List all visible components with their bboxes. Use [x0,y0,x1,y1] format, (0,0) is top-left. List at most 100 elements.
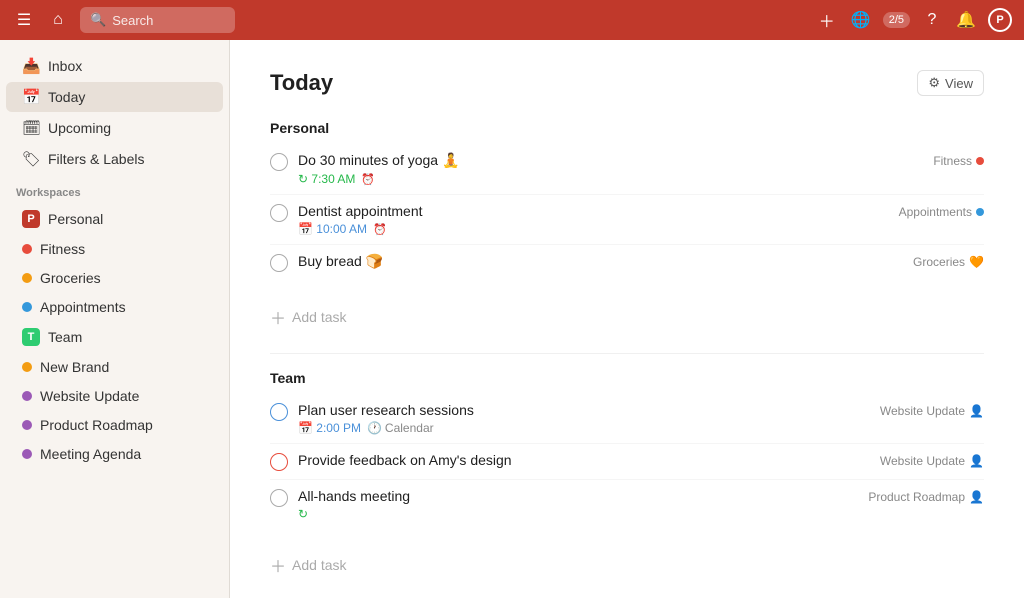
task-time-yoga: ↻ 7:30 AM [298,172,355,186]
team-add-task-button[interactable]: ＋ Add task [270,545,984,585]
product-roadmap-person-icon: 👤 [969,490,984,504]
sidebar-item-new-brand-label: New Brand [40,359,109,375]
personal-letter-icon: P [22,210,40,228]
task-checkbox-user-research[interactable] [270,403,288,421]
personal-add-task-label: Add task [292,309,346,325]
task-body-bread: Buy bread 🍞 [298,253,984,273]
task-label-text-yoga: Fitness [933,154,972,168]
sidebar-item-inbox-label: Inbox [48,58,82,74]
task-label-feedback: Website Update 👤 [880,454,984,468]
upcoming-icon: 🗓 [22,119,40,137]
task-label-allhands: Product Roadmap 👤 [868,490,984,504]
sidebar-item-fitness-label: Fitness [40,241,85,257]
fitness-label-dot [976,157,984,165]
team-section-header: Team [270,370,984,390]
task-time-user-research: 📅 2:00 PM [298,421,361,435]
task-meta-dentist: 📅 10:00 AM ⏰ [298,222,984,236]
add-icon[interactable]: ＋ [815,8,839,32]
sidebar-item-website-update[interactable]: Website Update [6,382,223,410]
groceries-dot-icon [22,273,32,283]
product-roadmap-dot-icon [22,420,32,430]
meeting-agenda-dot-icon [22,449,32,459]
avatar[interactable]: P [988,8,1012,32]
task-label-text-allhands: Product Roadmap [868,490,965,504]
sidebar-item-appointments[interactable]: Appointments [6,293,223,321]
sidebar-item-personal-label: Personal [48,211,103,227]
sidebar-item-new-brand[interactable]: New Brand [6,353,223,381]
filters-icon: 🏷 [22,150,40,168]
workspaces-label: Workspaces [0,175,229,203]
task-label-bread: Groceries 🧡 [913,255,984,269]
view-button-label: View [945,76,973,91]
sidebar-item-team-label: Team [48,329,82,345]
help-icon[interactable]: ? [920,8,944,32]
task-item: Plan user research sessions 📅 2:00 PM 🕐 … [270,394,984,444]
task-checkbox-allhands[interactable] [270,489,288,507]
topbar: ☰ ⌂ 🔍 Search ＋ 🌐 2/5 ? 🔔 P [0,0,1024,40]
sidebar-item-personal[interactable]: P Personal [6,204,223,234]
personal-add-task-button[interactable]: ＋ Add task [270,297,984,337]
task-meta-yoga: ↻ 7:30 AM ⏰ [298,172,984,186]
sidebar-item-meeting-agenda-label: Meeting Agenda [40,446,141,462]
task-label-text-user-research: Website Update [880,404,965,418]
alarm-icon-dentist: ⏰ [373,223,387,236]
task-label-text-bread: Groceries [913,255,965,269]
task-body-dentist: Dentist appointment 📅 10:00 AM ⏰ [298,203,984,236]
task-item: Provide feedback on Amy's design Website… [270,444,984,480]
menu-icon[interactable]: ☰ [12,8,36,32]
website-update-dot-icon [22,391,32,401]
task-checkbox-bread[interactable] [270,254,288,272]
bell-icon[interactable]: 🔔 [954,8,978,32]
calendar-label-user-research: 🕐 Calendar [367,421,434,435]
today-icon: 📅 [22,88,40,106]
karma-badge[interactable]: 2/5 [883,12,910,28]
topbar-left: ☰ ⌂ 🔍 Search [12,7,805,33]
website-update-person-icon-2: 👤 [969,454,984,468]
task-meta-user-research: 📅 2:00 PM 🕐 Calendar [298,421,984,435]
sidebar-item-appointments-label: Appointments [40,299,126,315]
view-button[interactable]: ⚙ View [917,70,984,96]
task-item: Do 30 minutes of yoga 🧘 ↻ 7:30 AM ⏰ Fitn… [270,144,984,195]
circle-icon[interactable]: 🌐 [849,8,873,32]
sidebar-item-filters[interactable]: 🏷 Filters & Labels [6,144,223,174]
page-title: Today [270,70,333,96]
task-item: Dentist appointment 📅 10:00 AM ⏰ Appoint… [270,195,984,245]
task-checkbox-feedback[interactable] [270,453,288,471]
sidebar-item-groceries[interactable]: Groceries [6,264,223,292]
search-bar[interactable]: 🔍 Search [80,7,235,33]
main-content: Today ⚙ View Personal Do 30 minutes of y… [230,40,1024,598]
task-name-yoga: Do 30 minutes of yoga 🧘 [298,152,984,169]
task-label-user-research: Website Update 👤 [880,404,984,418]
task-name-dentist: Dentist appointment [298,203,984,219]
sidebar-item-meeting-agenda[interactable]: Meeting Agenda [6,440,223,468]
sidebar-item-today[interactable]: 📅 Today [6,82,223,112]
sidebar-item-product-roadmap-label: Product Roadmap [40,417,153,433]
sidebar-item-upcoming[interactable]: 🗓 Upcoming [6,113,223,143]
groceries-label-icon: 🧡 [969,255,984,269]
fitness-dot-icon [22,244,32,254]
task-item: Buy bread 🍞 Groceries 🧡 [270,245,984,281]
task-label-yoga: Fitness [933,154,984,168]
inbox-icon: 📥 [22,57,40,75]
sidebar-item-filters-label: Filters & Labels [48,151,144,167]
sidebar-item-website-update-label: Website Update [40,388,139,404]
task-body-yoga: Do 30 minutes of yoga 🧘 ↻ 7:30 AM ⏰ [298,152,984,186]
sidebar-item-fitness[interactable]: Fitness [6,235,223,263]
search-label: Search [112,13,153,28]
task-item: All-hands meeting ↻ Product Roadmap 👤 [270,480,984,529]
appointments-dot-icon [22,302,32,312]
topbar-right: ＋ 🌐 2/5 ? 🔔 P [815,8,1012,32]
new-brand-dot-icon [22,362,32,372]
sidebar-item-team[interactable]: T Team [6,322,223,352]
alarm-icon-yoga: ⏰ [361,173,375,186]
sidebar-item-inbox[interactable]: 📥 Inbox [6,51,223,81]
home-icon[interactable]: ⌂ [46,8,70,32]
add-task-plus-icon: ＋ [270,305,286,329]
website-update-person-icon: 👤 [969,404,984,418]
task-checkbox-dentist[interactable] [270,204,288,222]
sidebar-item-product-roadmap[interactable]: Product Roadmap [6,411,223,439]
main-layout: 📥 Inbox 📅 Today 🗓 Upcoming 🏷 Filters & L… [0,40,1024,598]
task-checkbox-yoga[interactable] [270,153,288,171]
sidebar: 📥 Inbox 📅 Today 🗓 Upcoming 🏷 Filters & L… [0,40,230,598]
page-header: Today ⚙ View [270,70,984,96]
